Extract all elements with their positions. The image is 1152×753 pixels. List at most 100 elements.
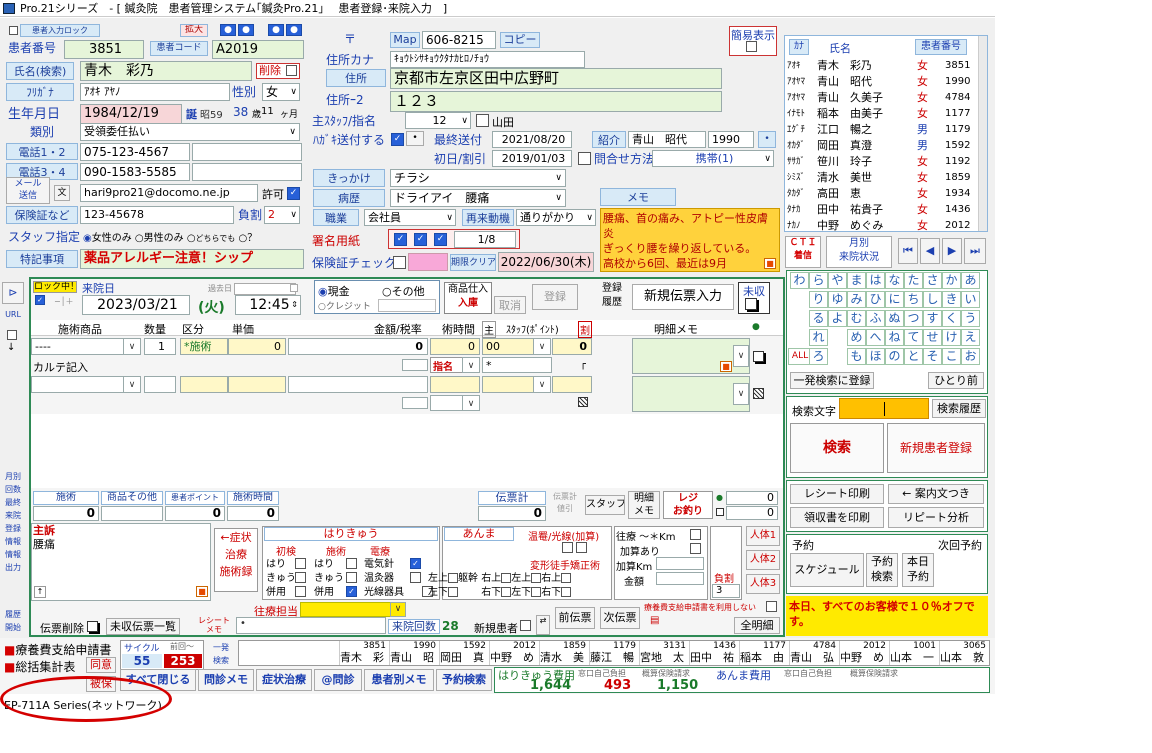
kana-key[interactable]: む: [847, 310, 866, 327]
postal-field[interactable]: 606-8215: [422, 31, 496, 49]
receipt-memo-field[interactable]: [236, 617, 386, 634]
patient-code-field[interactable]: A2019: [212, 40, 304, 59]
plist-scrollbar[interactable]: [978, 36, 987, 231]
staff-opt-female[interactable]: 女性のみ: [92, 233, 132, 244]
patient-row[interactable]: ｱｵｷ 青木 彩乃 女 3851: [787, 58, 977, 74]
kana-key[interactable]: え: [961, 329, 980, 346]
ryoshu-button[interactable]: 領収書を印刷: [790, 507, 884, 528]
first-field[interactable]: 2019/01/03: [492, 150, 572, 167]
toggle-2[interactable]: ●: [238, 24, 254, 36]
kana-key[interactable]: あ: [961, 272, 980, 289]
kana-key[interactable]: な: [885, 272, 904, 289]
r2-staff[interactable]: [482, 376, 534, 393]
kasan-check[interactable]: [690, 543, 701, 554]
r2-point[interactable]: [552, 376, 592, 393]
region-check[interactable]: [448, 587, 458, 597]
kana-key[interactable]: け: [942, 329, 961, 346]
kana-key[interactable]: す: [923, 310, 942, 327]
revisit-field[interactable]: 通りがかり ∨: [516, 209, 596, 226]
onshitsu-check-1[interactable]: [562, 542, 573, 553]
use-check[interactable]: [766, 601, 777, 612]
kana-key[interactable]: こ: [942, 348, 961, 365]
kana-key[interactable]: ち: [904, 291, 923, 308]
postcard-dot[interactable]: •: [406, 131, 424, 146]
toggle-3[interactable]: ●: [268, 24, 284, 36]
intro-name-field[interactable]: 青山 昭代: [628, 131, 706, 148]
kana-key[interactable]: る: [809, 310, 828, 327]
detail-memo-button[interactable]: 明細 メモ: [628, 491, 660, 519]
chevron-down-icon[interactable]: ∨: [733, 383, 749, 405]
credit-select[interactable]: [378, 299, 436, 312]
kasan-km-field[interactable]: [656, 557, 704, 570]
plist-h-kana[interactable]: ｶﾅ: [789, 39, 809, 55]
guide-button[interactable]: ← 案内文つき: [888, 484, 984, 504]
main-staff-field[interactable]: 12 ∨: [405, 112, 471, 129]
first-page-icon[interactable]: ⏮: [898, 238, 918, 264]
kana-key[interactable]: や: [828, 272, 847, 289]
region-check[interactable]: [448, 573, 458, 583]
kana-key[interactable]: ら: [809, 272, 828, 289]
right-val-1[interactable]: 0: [726, 491, 778, 505]
expand-icon[interactable]: ⊳: [2, 282, 24, 304]
shuso-box[interactable]: [31, 523, 211, 601]
kyu-check[interactable]: [295, 572, 306, 583]
chevron-down-icon[interactable]: ∨: [123, 376, 141, 393]
reg-history-button[interactable]: 登録 履歴: [596, 282, 628, 314]
r1-kubun[interactable]: *施術: [180, 338, 228, 355]
lock-check[interactable]: ✓: [35, 295, 45, 305]
recent-patient[interactable]: 2012 中野 め: [839, 641, 889, 665]
reserve-search-button[interactable]: 予約検索: [436, 669, 492, 691]
heiyo-check-2[interactable]: ✓: [346, 586, 357, 597]
kana-key[interactable]: し: [923, 291, 942, 308]
stepper-icons[interactable]: −│＋: [54, 296, 74, 307]
chevron-down-icon[interactable]: ∨: [123, 338, 141, 355]
r2-time[interactable]: [430, 376, 480, 393]
region-check[interactable]: [561, 573, 572, 583]
kana-key[interactable]: ろ: [809, 348, 828, 365]
kana-key[interactable]: か: [942, 272, 961, 289]
kana-key[interactable]: う: [961, 310, 980, 327]
clear-button[interactable]: 期限クリア: [450, 254, 496, 271]
r2-price[interactable]: [228, 376, 286, 393]
main-staff-check[interactable]: [476, 114, 489, 127]
kana-key[interactable]: さ: [923, 272, 942, 289]
ippatsu-button[interactable]: 一発 検索: [206, 641, 236, 669]
asterisk-field[interactable]: *: [482, 357, 552, 373]
inq-field[interactable]: 携帯(1) ∨: [652, 150, 774, 167]
memo-text[interactable]: 腰痛、首の痛み、アトピー性皮膚炎 ぎっくり腰を繰り返している。 高校から6回、最…: [600, 208, 780, 272]
name-field[interactable]: 青木 彩乃: [80, 61, 252, 81]
kana-key[interactable]: り: [809, 291, 828, 308]
kana-key[interactable]: せ: [923, 329, 942, 346]
reji-button[interactable]: レジ お釣り: [663, 491, 713, 519]
kana-key[interactable]: ぬ: [885, 310, 904, 327]
r1-time[interactable]: 0: [430, 338, 480, 355]
staff-opt-any[interactable]: どちらでも: [196, 234, 236, 243]
zoom-button[interactable]: 拡大: [180, 24, 208, 37]
tel2-field[interactable]: [192, 143, 302, 161]
r1-point[interactable]: 0: [552, 338, 592, 355]
symptom-box[interactable]: ←症状 治療 施術録: [214, 528, 258, 592]
sum-val-3[interactable]: 0: [165, 506, 225, 521]
kana-key[interactable]: く: [942, 310, 961, 327]
slip-del-icon[interactable]: [87, 621, 98, 632]
addr-button[interactable]: 住所: [326, 69, 386, 87]
monshin-button[interactable]: 問診メモ: [198, 669, 254, 691]
unpaid-list-button[interactable]: 未収伝票一覧: [106, 618, 180, 635]
kana-key[interactable]: へ: [866, 329, 885, 346]
sum-val-2[interactable]: [101, 506, 163, 521]
kana-key[interactable]: と: [904, 348, 923, 365]
last-sent-field[interactable]: 2021/08/20: [492, 131, 572, 148]
addr-field[interactable]: 京都市左京区田中広野町: [390, 68, 722, 89]
region-check[interactable]: [531, 587, 542, 597]
addr2-field[interactable]: １２３: [390, 91, 722, 112]
sign-check-3[interactable]: ✓: [434, 233, 447, 246]
staff-opt-unknown[interactable]: ？: [247, 233, 257, 244]
side-links[interactable]: 月別 回数 最終 来院 登録 情報 情報 出力: [2, 470, 24, 574]
expire-field[interactable]: 2022/06/30(木): [498, 252, 594, 272]
kana-key[interactable]: お: [961, 348, 980, 365]
heiyo-check[interactable]: [295, 586, 306, 597]
chevron-down-icon[interactable]: ∨: [462, 395, 480, 411]
onshitsu-check-2[interactable]: [576, 542, 587, 553]
recent-patient[interactable]: 1859 清水 美: [539, 641, 589, 665]
agree-button[interactable]: 同意: [86, 657, 116, 673]
